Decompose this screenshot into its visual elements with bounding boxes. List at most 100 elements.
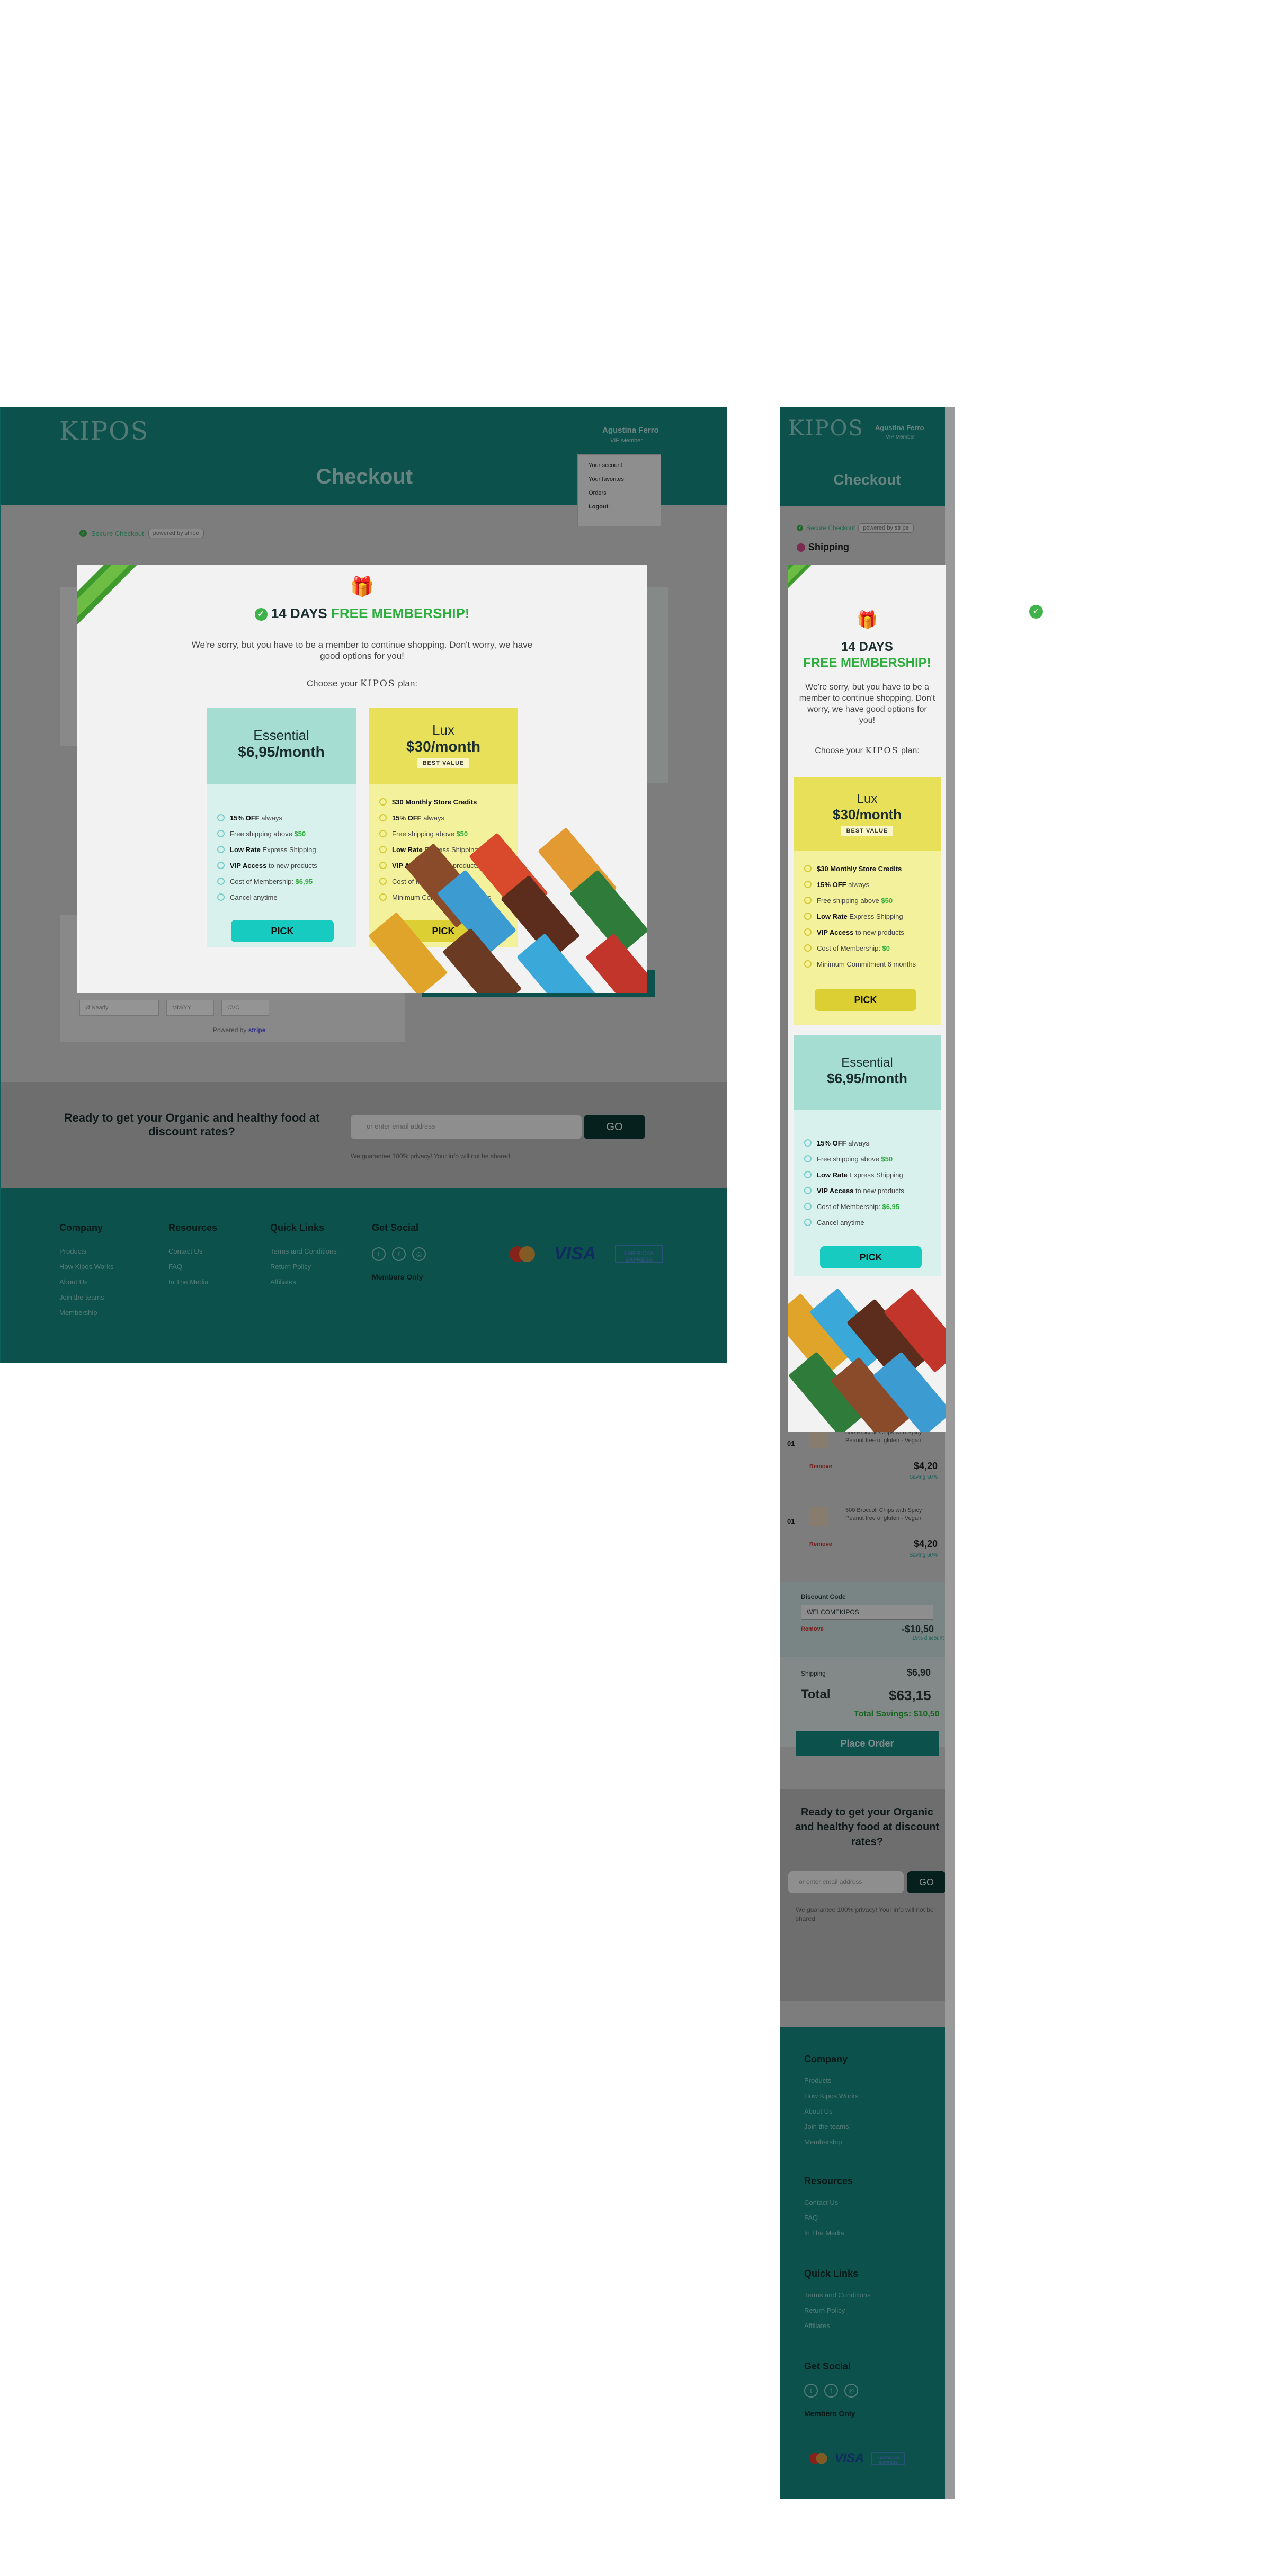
menu-item-favorites[interactable]: Your favorites bbox=[589, 476, 650, 482]
footer-link[interactable]: About Us bbox=[804, 2107, 858, 2115]
check-icon: ✓ bbox=[254, 608, 268, 621]
footer-link[interactable]: Affiliates bbox=[270, 1278, 337, 1286]
plan-lux: Lux $30/month BEST VALUE $30 Monthly Sto… bbox=[794, 777, 941, 1025]
feature-text: VIP Access to new products bbox=[230, 861, 317, 870]
footer-link[interactable]: FAQ bbox=[804, 2214, 853, 2222]
brand-logo[interactable]: KIPOS bbox=[788, 416, 864, 441]
item-saving: Saving 50% bbox=[909, 1474, 938, 1480]
plan-feature: $30 Monthly Store Credits bbox=[379, 794, 518, 810]
footer-link[interactable]: Join the teams bbox=[59, 1293, 113, 1301]
card-number-input[interactable]: Ø Nearly bbox=[79, 1000, 159, 1016]
footer-resources-title: Resources bbox=[804, 2176, 853, 2186]
card-cvc-input[interactable]: CVC bbox=[221, 1000, 269, 1016]
powered-by-label: Powered by bbox=[213, 1026, 247, 1034]
newsletter-email-input[interactable]: or enter email address bbox=[351, 1115, 582, 1139]
feature-text: 15% OFF always bbox=[817, 1139, 869, 1147]
place-order-button[interactable]: Place Order bbox=[796, 1731, 939, 1756]
shipping-heading: Shipping bbox=[797, 542, 849, 553]
shipping-label: Shipping bbox=[808, 542, 849, 552]
feature-text: Cost of Membership: $6,95 bbox=[817, 1202, 900, 1211]
footer-resources-title: Resources bbox=[168, 1222, 218, 1233]
brand-logo[interactable]: KIPOS bbox=[59, 416, 149, 446]
choose-brand-logo: KIPOS bbox=[865, 745, 899, 755]
pick-lux-button[interactable]: PICK bbox=[815, 989, 916, 1011]
plan-price: $6,95/month bbox=[238, 744, 325, 760]
members-only[interactable]: Members Only bbox=[372, 1273, 426, 1281]
footer-link[interactable]: Membership bbox=[804, 2138, 858, 2146]
menu-item-account[interactable]: Your account bbox=[589, 462, 650, 469]
footer-link[interactable]: How Kipos Works bbox=[59, 1263, 113, 1271]
plan-feature: Free shipping above $50 bbox=[217, 826, 356, 842]
footer-link[interactable]: How Kipos Works bbox=[804, 2092, 858, 2100]
discount-code-input[interactable]: WELCOMEKIPOS bbox=[801, 1605, 933, 1620]
plan-feature: 15% OFF always bbox=[217, 810, 356, 826]
best-value-badge: BEST VALUE bbox=[417, 758, 470, 768]
check-icon: ✓ bbox=[797, 525, 803, 531]
plan-essential-features: 15% OFF always Free shipping above $50 Low… bbox=[794, 1110, 941, 1230]
feature-text: 15% OFF always bbox=[230, 813, 282, 822]
instagram-icon[interactable]: ◎ bbox=[844, 2384, 858, 2398]
menu-item-orders[interactable]: Orders bbox=[589, 490, 650, 496]
plan-name: Lux bbox=[857, 792, 878, 806]
footer-link[interactable]: Membership bbox=[59, 1309, 113, 1317]
mastercard-icon bbox=[809, 2453, 827, 2464]
footer-link[interactable]: In The Media bbox=[168, 1278, 217, 1286]
footer-link[interactable]: Contact Us bbox=[804, 2198, 853, 2206]
choose-brand-logo: KIPOS bbox=[360, 678, 396, 689]
plan-feature: VIP Access to new products bbox=[217, 857, 356, 873]
footer-link[interactable]: Terms and Conditions bbox=[270, 1247, 337, 1255]
facebook-icon[interactable]: f bbox=[824, 2384, 838, 2398]
secure-label: Secure Checkout bbox=[91, 529, 144, 538]
powered-by-stripe: Powered by stripe bbox=[213, 1026, 265, 1034]
menu-item-logout[interactable]: Logout bbox=[589, 504, 650, 510]
footer-link[interactable]: Products bbox=[804, 2077, 858, 2085]
footer-link[interactable]: Return Policy bbox=[270, 1263, 337, 1271]
newsletter-go-button[interactable]: GO bbox=[907, 1871, 946, 1893]
footer-link[interactable]: Join the teams bbox=[804, 2123, 858, 2131]
footer-link[interactable]: In The Media bbox=[804, 2229, 853, 2237]
scrollbar[interactable] bbox=[945, 407, 955, 2499]
plan-feature: VIP Access to new products bbox=[804, 924, 941, 940]
account-name[interactable]: Agustina Ferro bbox=[875, 424, 924, 432]
membership-modal: 🎁 ✓ 14 DAYS FREE MEMBERSHIP! We're sorry… bbox=[77, 565, 647, 993]
modal-title-prefix: 14 DAYS bbox=[271, 605, 327, 621]
newsletter-go-button[interactable]: GO bbox=[584, 1115, 645, 1139]
plan-feature: Minimum Commitment 6 months bbox=[804, 956, 941, 972]
item-name: 500 Broccoli Chips with Spicy Peanut fre… bbox=[845, 1507, 922, 1522]
pick-essential-button[interactable]: PICK bbox=[231, 920, 334, 942]
instagram-icon[interactable]: ◎ bbox=[412, 1247, 426, 1261]
footer-link[interactable]: Contact Us bbox=[168, 1247, 217, 1255]
feature-check-icon bbox=[804, 1203, 812, 1210]
footer-link[interactable]: Affiliates bbox=[804, 2322, 871, 2330]
shipping-cost-label: Shipping bbox=[801, 1670, 826, 1677]
twitter-icon[interactable]: t bbox=[372, 1247, 386, 1261]
feature-check-icon bbox=[804, 928, 812, 936]
footer-link[interactable]: Terms and Conditions bbox=[804, 2291, 871, 2299]
amex-logo: AMERICAN EXPRESS bbox=[615, 1245, 663, 1263]
plan-feature: Low Rate Express Shipping bbox=[804, 908, 941, 924]
choose-prefix: Choose your bbox=[815, 746, 863, 755]
feature-check-icon bbox=[379, 798, 387, 806]
footer-social: Get Social t f ◎ Members Only bbox=[372, 1222, 426, 1289]
item-remove-link[interactable]: Remove bbox=[809, 1463, 832, 1470]
footer-link[interactable]: Products bbox=[59, 1247, 113, 1255]
card-expiry-input[interactable]: MM/YY bbox=[166, 1000, 214, 1016]
plan-feature: $30 Monthly Store Credits bbox=[804, 861, 941, 876]
feature-text: VIP Access to new products bbox=[817, 928, 904, 936]
newsletter-email-input[interactable]: or enter email address bbox=[788, 1871, 904, 1893]
footer-link[interactable]: Return Policy bbox=[804, 2306, 871, 2314]
account-name[interactable]: Agustina Ferro bbox=[602, 426, 659, 435]
facebook-icon[interactable]: f bbox=[392, 1247, 406, 1261]
pick-essential-button[interactable]: PICK bbox=[820, 1246, 922, 1268]
discount-remove-link[interactable]: Remove bbox=[801, 1626, 824, 1632]
secure-label: Secure Checkout bbox=[806, 524, 855, 532]
twitter-icon[interactable]: t bbox=[804, 2384, 818, 2398]
item-remove-link[interactable]: Remove bbox=[809, 1541, 832, 1548]
feature-check-icon bbox=[217, 862, 225, 869]
choose-prefix: Choose your bbox=[306, 678, 358, 688]
discount-note: 15% discount bbox=[912, 1635, 944, 1641]
footer-link[interactable]: FAQ bbox=[168, 1263, 217, 1271]
footer-link[interactable]: About Us bbox=[59, 1278, 113, 1286]
footer-resources: Resources Contact Us FAQ In The Media bbox=[804, 2176, 853, 2244]
members-only[interactable]: Members Only bbox=[804, 2409, 858, 2418]
